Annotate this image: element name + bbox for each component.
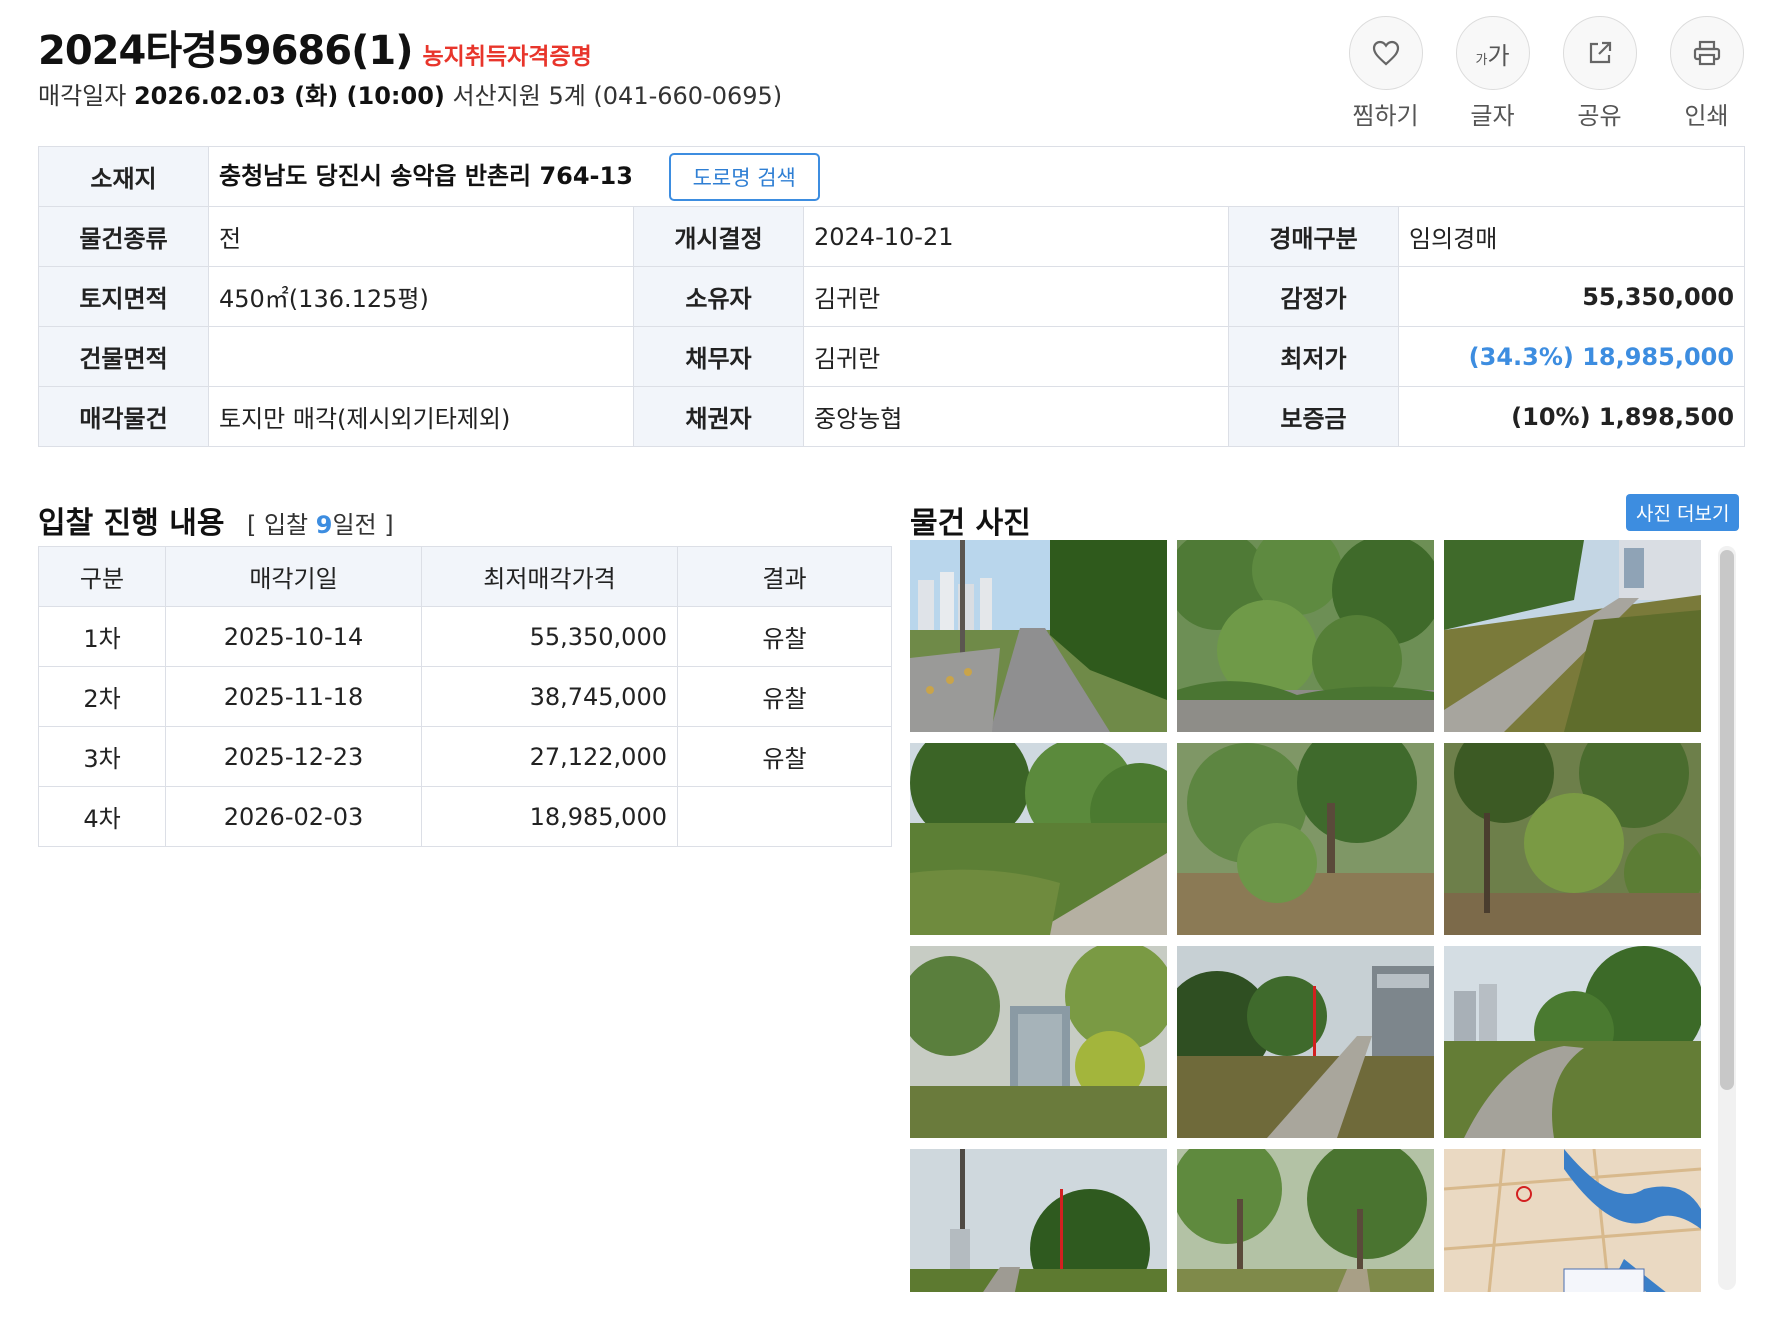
- property-photo[interactable]: [1177, 1149, 1434, 1292]
- photo-grid: [910, 540, 1710, 1292]
- case-header: 2024타경59686(1) 농지취득자격증명: [38, 18, 592, 76]
- photo-grid-scrollbar[interactable]: [1718, 546, 1736, 1290]
- sale-item-value: 토지만 매각(제시외기타제외): [208, 386, 634, 447]
- property-photo-map[interactable]: [1444, 1149, 1701, 1292]
- property-photo[interactable]: [1177, 743, 1434, 935]
- favorite-label: 찜하기: [1352, 102, 1419, 130]
- property-photo[interactable]: [1177, 540, 1434, 732]
- table-row: 3차 2025-12-23 27,122,000 유찰: [38, 726, 892, 787]
- font-size-button[interactable]: 가가 글자: [1455, 16, 1530, 131]
- share-button[interactable]: 공유: [1562, 16, 1637, 131]
- property-photo[interactable]: [1444, 540, 1701, 732]
- photo-trees: [1177, 743, 1434, 935]
- info-row: 매각물건 토지만 매각(제시외기타제외) 채권자 중앙농협 보증금 (10%) …: [38, 386, 1746, 447]
- property-photo[interactable]: [1177, 946, 1434, 1138]
- font-size-label: 글자: [1470, 102, 1515, 130]
- creditor-value: 중앙농협: [803, 386, 1229, 447]
- building-area-label: 건물면적: [38, 326, 209, 387]
- heart-icon: [1372, 40, 1399, 66]
- start-decision-label: 개시결정: [633, 206, 804, 267]
- bid-progress-table: 구분 매각기일 최저매각가격 결과 1차 2025-10-14 55,350,0…: [38, 546, 892, 847]
- owner-label: 소유자: [633, 266, 804, 327]
- property-photo[interactable]: [910, 1149, 1167, 1292]
- building-area-value: [208, 326, 634, 387]
- photo-path-building: [1444, 540, 1701, 732]
- property-photo[interactable]: [910, 540, 1167, 732]
- photo-bushes: [1177, 540, 1434, 732]
- auction-type-label: 경매구분: [1228, 206, 1399, 267]
- land-area-value: 450㎡(136.125평): [208, 266, 634, 327]
- print-label: 인쇄: [1684, 102, 1729, 130]
- photo-road-pole: [910, 1149, 1167, 1292]
- appraisal-value: 55,350,000: [1397, 266, 1746, 327]
- owner-value: 김귀란: [803, 266, 1229, 327]
- bid-header-row: 구분 매각기일 최저매각가격 결과: [38, 546, 892, 607]
- property-type-label: 물건종류: [38, 206, 209, 267]
- case-number: 2024타경59686(1): [38, 28, 413, 74]
- photo-road-curve: [1444, 946, 1701, 1138]
- property-photo[interactable]: [910, 946, 1167, 1138]
- info-row: 건물면적 채무자 김귀란 최저가 (34.3%) 18,985,000: [38, 326, 1746, 387]
- photo-road-apartments: [910, 540, 1167, 732]
- bid-countdown: [ 입찰 9일전 ]: [246, 511, 394, 539]
- sale-date: 2026.02.03 (화) (10:00): [133, 82, 445, 110]
- location-row: 소재지 충청남도 당진시 송악읍 반촌리 764-13 도로명 검색: [38, 146, 1746, 207]
- share-icon: [1589, 41, 1611, 64]
- creditor-label: 채권자: [633, 386, 804, 447]
- print-button[interactable]: 인쇄: [1669, 16, 1744, 131]
- photo-shed: [910, 946, 1167, 1138]
- property-type-value: 전: [208, 206, 634, 267]
- col-sale-date: 매각기일: [165, 546, 422, 607]
- property-info-table: 소재지 충청남도 당진시 송악읍 반촌리 764-13 도로명 검색 물건종류 …: [38, 146, 1746, 447]
- table-row: 2차 2025-11-18 38,745,000 유찰: [38, 666, 892, 727]
- minimum-price-label: 최저가: [1228, 326, 1399, 387]
- favorite-button[interactable]: 찜하기: [1348, 16, 1423, 131]
- property-photo[interactable]: [1444, 743, 1701, 935]
- more-photos-button[interactable]: 사진 더보기: [1626, 494, 1740, 531]
- font-size-icon: 가가: [1475, 41, 1510, 70]
- land-area-label: 토지면적: [38, 266, 209, 327]
- col-result: 결과: [677, 546, 892, 607]
- photos-title: 물건 사진: [910, 506, 1031, 541]
- table-row: 1차 2025-10-14 55,350,000 유찰: [38, 606, 892, 667]
- print-icon: [1693, 40, 1720, 66]
- location-address: 충청남도 당진시 송악읍 반촌리 764-13: [219, 161, 633, 190]
- bid-progress-title: 입찰 진행 내용 [ 입찰 9일전 ]: [38, 506, 394, 541]
- photo-forest-path: [1177, 1149, 1434, 1292]
- photo-sparse-trees: [1444, 743, 1701, 935]
- col-round: 구분: [38, 546, 166, 607]
- road-name-search-button[interactable]: 도로명 검색: [668, 152, 820, 201]
- auction-type-value: 임의경매: [1397, 206, 1746, 267]
- scrollbar-thumb[interactable]: [1720, 550, 1734, 1090]
- info-row: 토지면적 450㎡(136.125평) 소유자 김귀란 감정가 55,350,0…: [38, 266, 1746, 327]
- photo-road-building: [1177, 946, 1434, 1138]
- deposit-label: 보증금: [1228, 386, 1399, 447]
- deposit-value: (10%) 1,898,500: [1397, 386, 1746, 447]
- debtor-label: 채무자: [633, 326, 804, 387]
- minimum-price-value: (34.3%) 18,985,000: [1397, 326, 1746, 387]
- start-decision-value: 2024-10-21: [803, 206, 1229, 267]
- appraisal-label: 감정가: [1228, 266, 1399, 327]
- sale-info: 매각일자 2026.02.03 (화) (10:00) 서산지원 5계 (041…: [38, 76, 782, 111]
- photo-location-map: [1444, 1149, 1701, 1292]
- sale-date-label: 매각일자: [38, 82, 127, 110]
- property-photo[interactable]: [1444, 946, 1701, 1138]
- table-row: 4차 2026-02-03 18,985,000: [38, 786, 892, 847]
- court-info: 서산지원 5계 (041-660-0695): [452, 82, 783, 110]
- photo-overgrown-slope: [910, 743, 1167, 935]
- toolbar: 찜하기 가가 글자 공유 인쇄: [1348, 16, 1744, 131]
- location-label: 소재지: [38, 146, 209, 207]
- share-label: 공유: [1577, 102, 1622, 130]
- debtor-value: 김귀란: [803, 326, 1229, 387]
- farm-certificate-badge: 농지취득자격증명: [422, 44, 592, 70]
- property-photo[interactable]: [910, 743, 1167, 935]
- sale-item-label: 매각물건: [38, 386, 209, 447]
- col-minimum-price: 최저매각가격: [421, 546, 678, 607]
- info-row: 물건종류 전 개시결정 2024-10-21 경매구분 임의경매: [38, 206, 1746, 267]
